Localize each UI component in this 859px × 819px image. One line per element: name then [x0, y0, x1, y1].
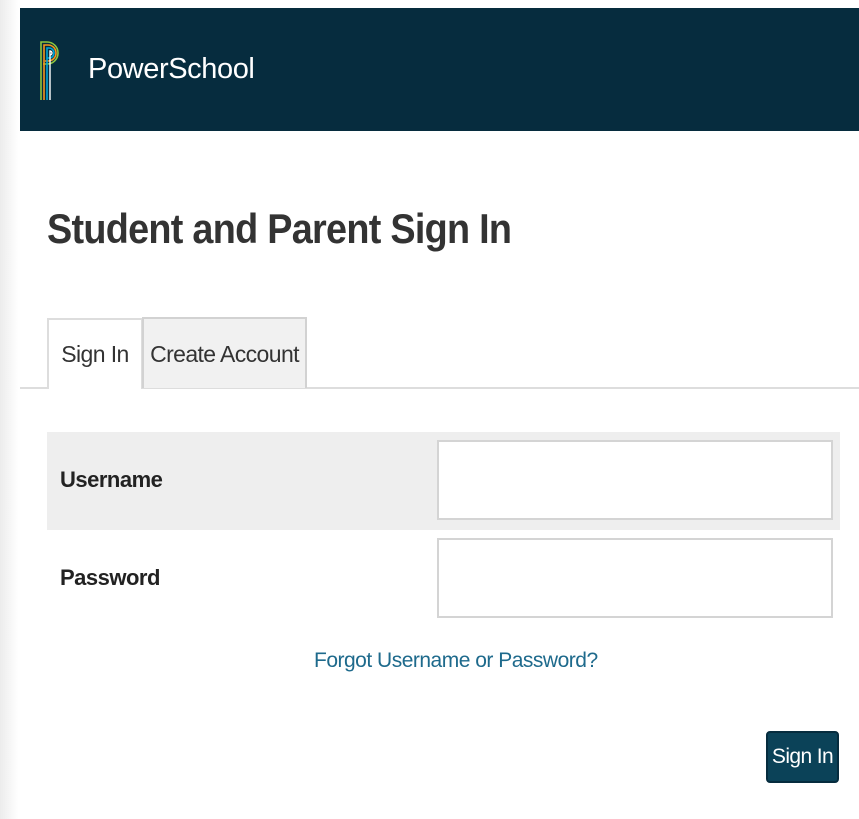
username-input[interactable] — [437, 440, 833, 520]
forgot-credentials-link[interactable]: Forgot Username or Password? — [314, 649, 598, 673]
sign-in-button[interactable]: Sign In — [766, 731, 839, 783]
sign-in-page: PowerSchool Student and Parent Sign In S… — [0, 0, 859, 819]
app-header: PowerSchool — [20, 8, 859, 131]
password-label: Password — [60, 565, 160, 590]
password-row: Password — [47, 530, 840, 628]
brand-name: PowerSchool — [88, 53, 255, 85]
username-row: Username — [47, 432, 840, 530]
tab-sign-in[interactable]: Sign In — [47, 318, 143, 389]
page-title: Student and Parent Sign In — [47, 205, 512, 252]
tab-create-account[interactable]: Create Account — [142, 317, 307, 388]
powerschool-logo-icon — [40, 41, 59, 100]
window-edge — [0, 0, 18, 819]
password-input[interactable] — [437, 538, 833, 618]
username-label: Username — [60, 467, 163, 492]
